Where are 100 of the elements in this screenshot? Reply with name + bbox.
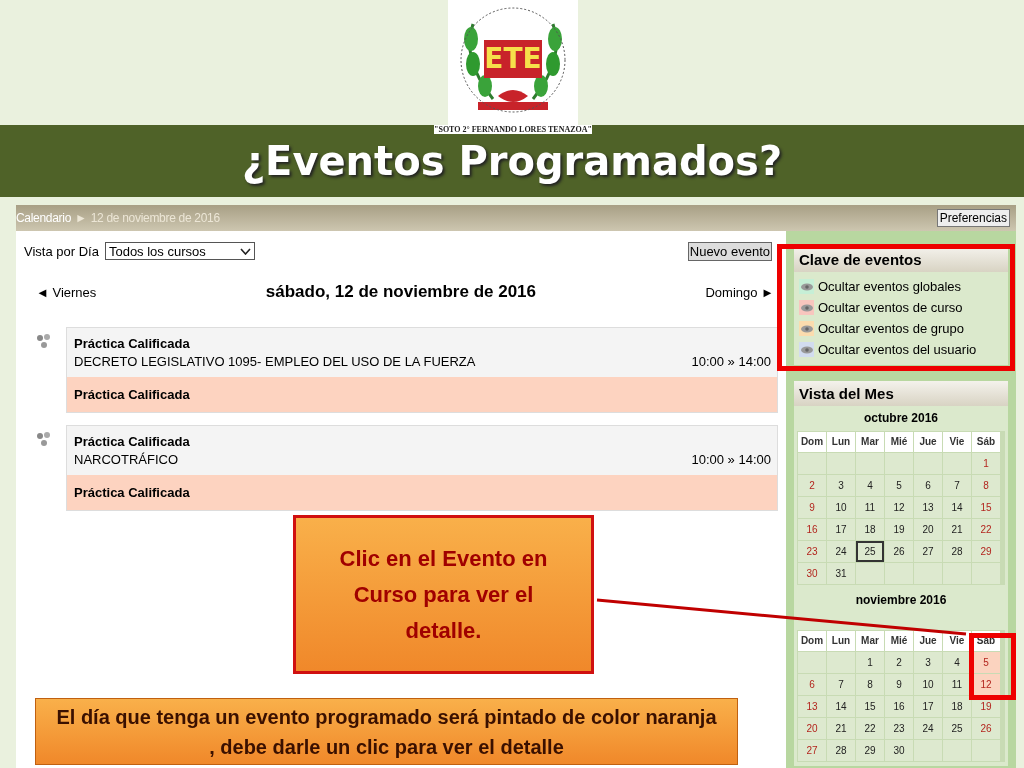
calendar-day[interactable]: 9 bbox=[885, 674, 913, 695]
calendar-cell bbox=[914, 563, 942, 584]
calendar-day[interactable]: 8 bbox=[972, 475, 1000, 496]
event-card[interactable]: Práctica Calificada NARCOTRÁFICO 10:00 » 14:00 Práctica Calificada bbox=[66, 425, 778, 511]
weekday-header: Lun bbox=[827, 432, 855, 452]
calendar-day[interactable]: 7 bbox=[827, 674, 855, 695]
previous-day-link[interactable]: ◄ Viernes bbox=[36, 284, 97, 300]
calendar-day[interactable]: 25 bbox=[856, 541, 884, 562]
calendar-day[interactable]: 12 bbox=[972, 674, 1000, 695]
month-title: noviembre 2016 bbox=[854, 592, 948, 609]
calendar-day[interactable]: 6 bbox=[914, 475, 942, 496]
event-type: Práctica Calificada bbox=[74, 387, 190, 402]
highlight-frame bbox=[969, 633, 1016, 700]
calendar-day[interactable]: 31 bbox=[827, 563, 855, 584]
month-title: octubre 2016 bbox=[862, 410, 939, 427]
calendar-day[interactable]: 15 bbox=[972, 497, 1000, 518]
calendar-cell bbox=[914, 740, 942, 761]
next-day-link[interactable]: Domingo ► bbox=[705, 284, 774, 300]
calendar-day[interactable]: 9 bbox=[798, 497, 826, 518]
calendar-day[interactable]: 2 bbox=[798, 475, 826, 496]
calendar-day[interactable]: 21 bbox=[827, 718, 855, 739]
event-description: NARCOTRÁFICO bbox=[74, 452, 178, 467]
hide-events-link[interactable]: Ocultar eventos de curso bbox=[818, 300, 963, 315]
calendar-day[interactable]: 21 bbox=[943, 519, 971, 540]
calendar-day[interactable]: 6 bbox=[798, 674, 826, 695]
calendar-day[interactable]: 27 bbox=[798, 740, 826, 761]
calendar-day[interactable]: 8 bbox=[856, 674, 884, 695]
calendar-day[interactable]: 7 bbox=[943, 475, 971, 496]
preferences-button[interactable]: Preferencias bbox=[936, 209, 1010, 227]
event-description: DECRETO LEGISLATIVO 1095- EMPLEO DEL USO DE LA FUERZA bbox=[74, 354, 476, 369]
calendar-day[interactable]: 22 bbox=[972, 519, 1000, 540]
slide-title: ¿Eventos Programados? bbox=[241, 138, 783, 184]
calendar-day[interactable]: 24 bbox=[827, 541, 855, 562]
logo-initials: ETE bbox=[484, 40, 542, 78]
calendar-day[interactable]: 16 bbox=[798, 519, 826, 540]
new-event-button[interactable]: Nuevo evento bbox=[687, 241, 772, 261]
calendar-day[interactable]: 14 bbox=[827, 696, 855, 717]
calendar-day[interactable]: 10 bbox=[914, 674, 942, 695]
hide-events-link[interactable]: Ocultar eventos de grupo bbox=[818, 321, 964, 336]
calendar-day[interactable]: 1 bbox=[972, 453, 1000, 474]
panel-title: Vista del Mes bbox=[794, 381, 1008, 406]
calendar-day[interactable]: 5 bbox=[972, 652, 1000, 673]
calendar-day[interactable]: 23 bbox=[885, 718, 913, 739]
course-select[interactable]: Todos los cursos bbox=[104, 242, 255, 260]
calendar-day[interactable]: 27 bbox=[914, 541, 942, 562]
calendar-day[interactable]: 11 bbox=[856, 497, 884, 518]
calendar-day[interactable]: 17 bbox=[827, 519, 855, 540]
chevron-icon bbox=[239, 247, 251, 255]
calendar-day[interactable]: 20 bbox=[914, 519, 942, 540]
calendar-day[interactable]: 18 bbox=[943, 696, 971, 717]
calendar-day[interactable]: 30 bbox=[798, 563, 826, 584]
calendar-day[interactable]: 5 bbox=[885, 475, 913, 496]
calendar-cell bbox=[972, 740, 1000, 761]
calendar-day[interactable]: 29 bbox=[856, 740, 884, 761]
calendar-cell bbox=[943, 740, 971, 761]
event-time: 10:00 » 14:00 bbox=[691, 452, 771, 467]
calendar-day[interactable]: 20 bbox=[798, 718, 826, 739]
calendar-day[interactable]: 22 bbox=[856, 718, 884, 739]
calendar-day[interactable]: 28 bbox=[943, 541, 971, 562]
calendar-day[interactable]: 12 bbox=[885, 497, 913, 518]
calendar-day[interactable]: 25 bbox=[943, 718, 971, 739]
calendar-cell bbox=[972, 563, 1000, 584]
calendar-day[interactable]: 4 bbox=[943, 652, 971, 673]
event-title: Práctica Calificada bbox=[74, 336, 191, 351]
calendar-day[interactable]: 18 bbox=[856, 519, 884, 540]
calendar-day[interactable]: 13 bbox=[914, 497, 942, 518]
calendar-day[interactable]: 10 bbox=[827, 497, 855, 518]
calendar-cell bbox=[827, 652, 855, 673]
hide-events-link[interactable]: Ocultar eventos del usuario bbox=[818, 342, 977, 357]
calendar-cell bbox=[798, 453, 826, 474]
calendar-day[interactable]: 16 bbox=[885, 696, 913, 717]
calendar-day[interactable]: 14 bbox=[943, 497, 971, 518]
event-time: 10:00 » 14:00 bbox=[691, 354, 771, 369]
calendar-day[interactable]: 11 bbox=[943, 674, 971, 695]
calendar-day[interactable]: 3 bbox=[827, 475, 855, 496]
calendar-day[interactable]: 3 bbox=[914, 652, 942, 673]
weekday-header: Mar bbox=[856, 631, 884, 651]
calendar-day[interactable]: 2 bbox=[885, 652, 913, 673]
calendar-day[interactable]: 23 bbox=[798, 541, 826, 562]
callout-box: Clic en el Evento en Curso para ver el detalle. bbox=[293, 515, 594, 674]
calendar-day[interactable]: 24 bbox=[914, 718, 942, 739]
calendar-day[interactable]: 13 bbox=[798, 696, 826, 717]
calendar-day[interactable]: 28 bbox=[827, 740, 855, 761]
calendar-day[interactable]: 30 bbox=[885, 740, 913, 761]
calendar-day[interactable]: 17 bbox=[914, 696, 942, 717]
calendar-cell bbox=[943, 453, 971, 474]
day-title: sábado, 12 de noviembre de 2016 bbox=[265, 282, 536, 302]
logo-motto: "SOTO 2° FERNANDO LORES TENAZOA" bbox=[434, 125, 592, 134]
event-card[interactable]: Práctica Calificada DECRETO LEGISLATIVO 1095- EMPLEO DEL USO DE LA FUERZA 10:00 » 14:00 Práctica Calificada bbox=[66, 327, 778, 413]
hide-events-link[interactable]: Ocultar eventos globales bbox=[818, 279, 962, 294]
calendar-day[interactable]: 4 bbox=[856, 475, 884, 496]
calendar-day[interactable]: 26 bbox=[885, 541, 913, 562]
calendar-day[interactable]: 26 bbox=[972, 718, 1000, 739]
calendar-day[interactable]: 15 bbox=[856, 696, 884, 717]
calendar-cell bbox=[943, 563, 971, 584]
calendar-day[interactable]: 1 bbox=[856, 652, 884, 673]
weekday-header: Mié bbox=[885, 631, 913, 651]
calendar-cell bbox=[827, 453, 855, 474]
calendar-day[interactable]: 19 bbox=[885, 519, 913, 540]
calendar-day[interactable]: 29 bbox=[972, 541, 1000, 562]
